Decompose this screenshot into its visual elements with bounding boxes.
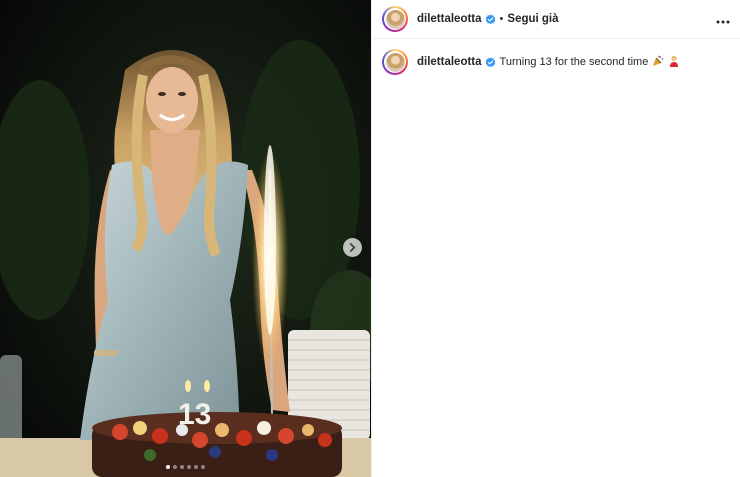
chevron-right-icon	[349, 243, 356, 252]
carousel-dot	[173, 465, 177, 469]
carousel-dot	[166, 465, 170, 469]
caption: dilettaleotta Turning 13 for the second …	[417, 55, 680, 70]
post-photo: 13	[0, 0, 371, 477]
woman-emoji-icon	[668, 55, 680, 70]
verified-badge-icon	[485, 13, 496, 25]
party-popper-emoji-icon	[652, 55, 664, 70]
post-sidebar: dilettaleotta • Segui già dilettaleotta	[371, 0, 740, 477]
avatar[interactable]	[382, 6, 408, 32]
carousel-next-button[interactable]	[343, 238, 362, 257]
caption-row: dilettaleotta Turning 13 for the second …	[372, 39, 740, 75]
caption-text: Turning 13 for the second time	[499, 56, 649, 68]
carousel-dot	[201, 465, 205, 469]
following-button[interactable]: Segui già	[507, 13, 558, 25]
cake-number-candles: 13	[178, 398, 211, 431]
username-link[interactable]: dilettaleotta	[417, 13, 482, 25]
caption-avatar[interactable]	[382, 49, 408, 75]
separator-dot: •	[499, 13, 504, 25]
post-header: dilettaleotta • Segui già	[372, 0, 740, 39]
avatar-image	[385, 52, 405, 72]
verified-badge-icon	[485, 56, 496, 68]
carousel-dot	[194, 465, 198, 469]
post-media[interactable]: 13	[0, 0, 371, 477]
caption-username-link[interactable]: dilettaleotta	[417, 56, 482, 68]
carousel-dots	[0, 465, 371, 469]
carousel-dot	[187, 465, 191, 469]
carousel-dot	[180, 465, 184, 469]
instagram-post: 13 dilettaleotta • Segui già dilettaleot…	[0, 0, 740, 477]
avatar-image	[385, 9, 405, 29]
more-options-icon[interactable]	[716, 12, 730, 26]
